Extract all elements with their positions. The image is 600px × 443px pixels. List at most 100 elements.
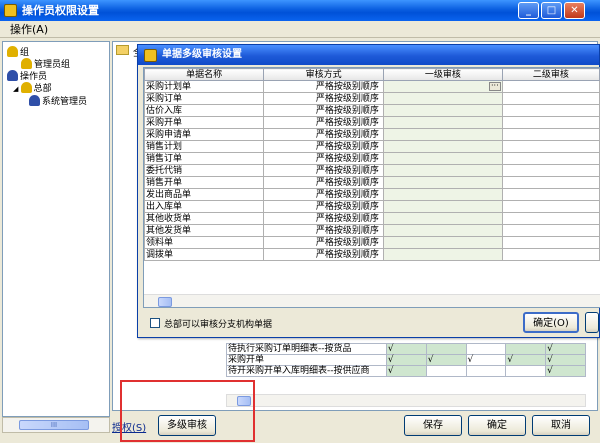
menu-operate[interactable]: 操作(A) [10, 22, 48, 37]
level1-cell[interactable] [382, 128, 503, 141]
audit-method-cell[interactable]: 严格按级别顺序 [263, 104, 384, 117]
level1-cell[interactable] [382, 236, 503, 249]
minimize-button[interactable]: _ [518, 2, 539, 19]
level1-cell[interactable] [382, 116, 503, 129]
level2-cell[interactable] [501, 80, 600, 93]
doc-name-cell: 采购申请单 [144, 128, 265, 141]
save-button[interactable]: 保存 [404, 415, 462, 436]
audit-method-cell[interactable]: 严格按级别顺序 [263, 152, 384, 165]
scroll-thumb[interactable]: III [19, 420, 89, 430]
audit-method-cell[interactable]: 严格按级别顺序 [263, 80, 384, 93]
expand-icon[interactable]: ◢ [13, 85, 21, 93]
level1-cell[interactable]: ··· [382, 80, 503, 93]
dialog-ok-button[interactable]: 确定(O) [523, 312, 579, 333]
audit-method-cell[interactable]: 严格按级别顺序 [263, 248, 384, 261]
audit-table[interactable]: 单据名称 审核方式 一级审核 二级审核 采购计划单 严格按级别顺序 ··· 采购订单严… [144, 68, 600, 261]
table-row[interactable]: 调拨单 严格按级别顺序 [144, 248, 600, 261]
level1-cell[interactable] [382, 164, 503, 177]
level1-cell[interactable] [382, 92, 503, 105]
table-row[interactable]: 采购开单 √ √ √ √ √ [226, 354, 586, 366]
level1-cell[interactable] [382, 104, 503, 117]
level1-cell[interactable] [382, 140, 503, 153]
level2-cell[interactable] [501, 188, 600, 201]
audit-method-cell[interactable]: 严格按级别顺序 [263, 116, 384, 129]
table-row[interactable]: 估价入库 严格按级别顺序 [144, 104, 600, 117]
level2-cell[interactable] [501, 152, 600, 165]
col-level2[interactable]: 二级审核 [501, 68, 600, 81]
table-row[interactable]: 销售开单 严格按级别顺序 [144, 176, 600, 189]
audit-method-cell[interactable]: 严格按级别顺序 [263, 164, 384, 177]
table-row[interactable]: 销售订单 严格按级别顺序 [144, 152, 600, 165]
maximize-button[interactable]: □ [541, 2, 562, 19]
audit-method-cell[interactable]: 严格按级别顺序 [263, 236, 384, 249]
audit-method-cell[interactable]: 严格按级别顺序 [263, 200, 384, 213]
level2-cell[interactable] [501, 248, 600, 261]
level1-cell[interactable] [382, 200, 503, 213]
window-title: 操作员权限设置 [22, 4, 99, 17]
level2-cell[interactable] [501, 176, 600, 189]
doc-name-cell: 销售计划 [144, 140, 265, 153]
audit-method-cell[interactable]: 严格按级别顺序 [263, 188, 384, 201]
level1-cell[interactable] [382, 176, 503, 189]
header-row: 单据名称 审核方式 一级审核 二级审核 [144, 68, 600, 81]
col-level1[interactable]: 一级审核 [382, 68, 503, 81]
table-row[interactable]: 采购计划单 严格按级别顺序 ··· [144, 80, 600, 93]
col-doc-name[interactable]: 单据名称 [144, 68, 265, 81]
audit-method-cell[interactable]: 严格按级别顺序 [263, 176, 384, 189]
tree-node-hq[interactable]: ◢ 总部 [13, 82, 52, 95]
scroll-thumb[interactable] [158, 297, 172, 307]
grid-horizontal-scrollbar[interactable] [226, 394, 586, 407]
multilevel-audit-dialog: 单据多级审核设置 单据名称 审核方式 一级审核 二级审核 采购计划单 严格按级别顺… [137, 44, 600, 338]
table-row[interactable]: 销售计划 严格按级别顺序 [144, 140, 600, 153]
permission-grid[interactable]: 待执行采购订单明细表--按货品 √ √ 采购开单 √ √ √ √ √ 待开采购开单入库明细… [226, 343, 586, 377]
audit-method-cell[interactable]: 严格按级别顺序 [263, 212, 384, 225]
tree-node-sysadmin[interactable]: 系统管理员 [29, 95, 87, 108]
row-name: 待开采购开单入库明细表--按供应商 [226, 365, 387, 377]
level2-cell[interactable] [501, 200, 600, 213]
table-row[interactable]: 委托代销 严格按级别顺序 [144, 164, 600, 177]
table-row[interactable]: 采购订单 严格按级别顺序 [144, 92, 600, 105]
level2-cell[interactable] [501, 116, 600, 129]
dialog-horizontal-scrollbar[interactable] [144, 294, 600, 307]
level2-cell[interactable] [501, 128, 600, 141]
level1-cell[interactable] [382, 188, 503, 201]
ok-button[interactable]: 确定 [468, 415, 526, 436]
branch-audit-label: 总部可以审核分支机构单据 [164, 320, 273, 330]
branch-audit-checkbox[interactable] [150, 318, 160, 328]
table-row[interactable]: 领料单 严格按级别顺序 [144, 236, 600, 249]
close-button[interactable]: ✕ [564, 2, 585, 19]
level2-cell[interactable] [501, 92, 600, 105]
ellipsis-button[interactable]: ··· [488, 82, 501, 91]
table-row[interactable]: 其他收货单 严格按级别顺序 [144, 212, 600, 225]
window-title-bar: 操作员权限设置 _ □ ✕ [0, 0, 600, 21]
level2-cell[interactable] [501, 140, 600, 153]
cancel-button[interactable]: 取消 [532, 415, 590, 436]
table-row[interactable]: 待执行采购订单明细表--按货品 √ √ [226, 343, 586, 355]
level1-cell[interactable] [382, 248, 503, 261]
col-audit-method[interactable]: 审核方式 [263, 68, 384, 81]
audit-method-cell[interactable]: 严格按级别顺序 [263, 224, 384, 237]
table-row[interactable]: 出入库单 严格按级别顺序 [144, 200, 600, 213]
audit-method-cell[interactable]: 严格按级别顺序 [263, 128, 384, 141]
table-row[interactable]: 采购开单 严格按级别顺序 [144, 116, 600, 129]
audit-method-cell[interactable]: 严格按级别顺序 [263, 92, 384, 105]
level2-cell[interactable] [501, 212, 600, 225]
level1-cell[interactable] [382, 152, 503, 165]
dialog-extra-button[interactable] [585, 312, 599, 333]
tree-horizontal-scrollbar[interactable]: III [2, 417, 110, 433]
audit-grid[interactable]: 单据名称 审核方式 一级审核 二级审核 采购计划单 严格按级别顺序 ··· 采购订单严… [143, 67, 600, 308]
table-row[interactable]: 发出商品单 严格按级别顺序 [144, 188, 600, 201]
table-row[interactable]: 其他发货单 严格按级别顺序 [144, 224, 600, 237]
level1-cell[interactable] [382, 224, 503, 237]
level1-cell[interactable] [382, 212, 503, 225]
table-row[interactable]: 待开采购开单入库明细表--按供应商 √ √ [226, 365, 586, 377]
doc-name-cell: 估价入库 [144, 104, 265, 117]
table-row[interactable]: 采购申请单 严格按级别顺序 [144, 128, 600, 141]
level2-cell[interactable] [501, 104, 600, 117]
group-icon [21, 58, 32, 69]
level2-cell[interactable] [501, 236, 600, 249]
doc-name-cell: 采购开单 [144, 116, 265, 129]
level2-cell[interactable] [501, 224, 600, 237]
audit-method-cell[interactable]: 严格按级别顺序 [263, 140, 384, 153]
level2-cell[interactable] [501, 164, 600, 177]
